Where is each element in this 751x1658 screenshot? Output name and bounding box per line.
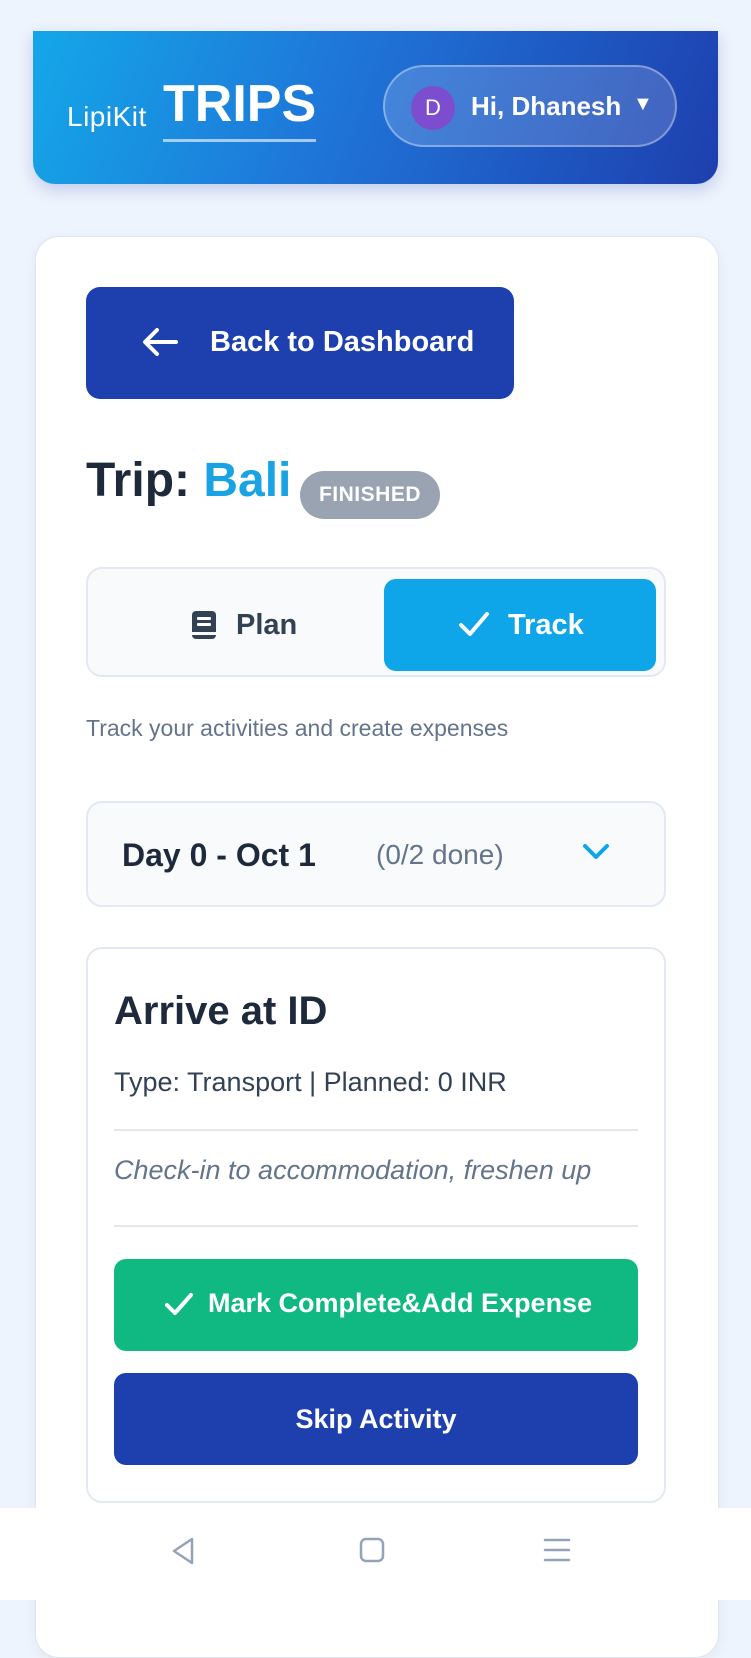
- day-selector[interactable]: Day 0 - Oct 1 (0/2 done): [86, 801, 666, 907]
- mark-complete-label: Mark Complete&Add Expense: [208, 1288, 593, 1318]
- nav-home-icon[interactable]: [358, 1536, 386, 1564]
- tab-track[interactable]: Track: [384, 579, 656, 671]
- activity-meta: Type: Transport | Planned: 0 INR: [114, 1067, 507, 1097]
- trip-card: Back to Dashboard Trip: Bali FINISHED Pl…: [35, 236, 719, 1658]
- back-to-dashboard-button[interactable]: Back to Dashboard: [86, 287, 514, 399]
- book-icon: [192, 611, 216, 639]
- arrow-left-icon: [143, 328, 178, 356]
- page-title: Trip: Bali: [86, 453, 291, 508]
- mode-tabs: Plan Track: [86, 567, 666, 677]
- divider: [114, 1129, 638, 1131]
- app-header: LipiKit TRIPS D Hi, Dhanesh ▼: [33, 31, 718, 184]
- user-menu-button[interactable]: D Hi, Dhanesh ▼: [383, 65, 677, 147]
- trip-prefix: Trip:: [86, 454, 190, 507]
- activity-card: Arrive at ID Type: Transport | Planned: …: [86, 947, 666, 1503]
- brand-title[interactable]: TRIPS: [163, 75, 317, 142]
- system-nav-bar: [0, 1508, 751, 1600]
- skip-activity-button[interactable]: Skip Activity: [114, 1373, 638, 1465]
- nav-back-icon[interactable]: [170, 1536, 196, 1566]
- tab-track-label: Track: [508, 609, 584, 641]
- day-progress: (0/2 done): [376, 839, 504, 870]
- activity-title: Arrive at ID: [114, 989, 328, 1033]
- divider: [114, 1225, 638, 1227]
- mark-complete-button[interactable]: Mark Complete&Add Expense: [114, 1259, 638, 1351]
- tab-plan-label: Plan: [236, 609, 298, 641]
- nav-menu-icon[interactable]: [542, 1536, 572, 1564]
- check-icon: [165, 1293, 193, 1315]
- tab-plan[interactable]: Plan: [96, 579, 368, 671]
- day-label: Day 0 - Oct 1: [122, 837, 316, 873]
- user-greeting: Hi, Dhanesh: [471, 91, 622, 121]
- back-button-label: Back to Dashboard: [210, 326, 475, 358]
- activity-description: Check-in to accommodation, freshen up: [114, 1155, 592, 1185]
- brand-prefix: LipiKit: [67, 101, 147, 132]
- track-subtitle: Track your activities and create expense…: [86, 715, 509, 741]
- chevron-down-icon: [583, 844, 609, 859]
- avatar: D: [411, 86, 455, 130]
- status-badge: FINISHED: [300, 471, 440, 519]
- trip-name: Bali: [203, 454, 292, 507]
- check-icon: [459, 612, 489, 636]
- caret-down-icon: ▼: [633, 93, 653, 115]
